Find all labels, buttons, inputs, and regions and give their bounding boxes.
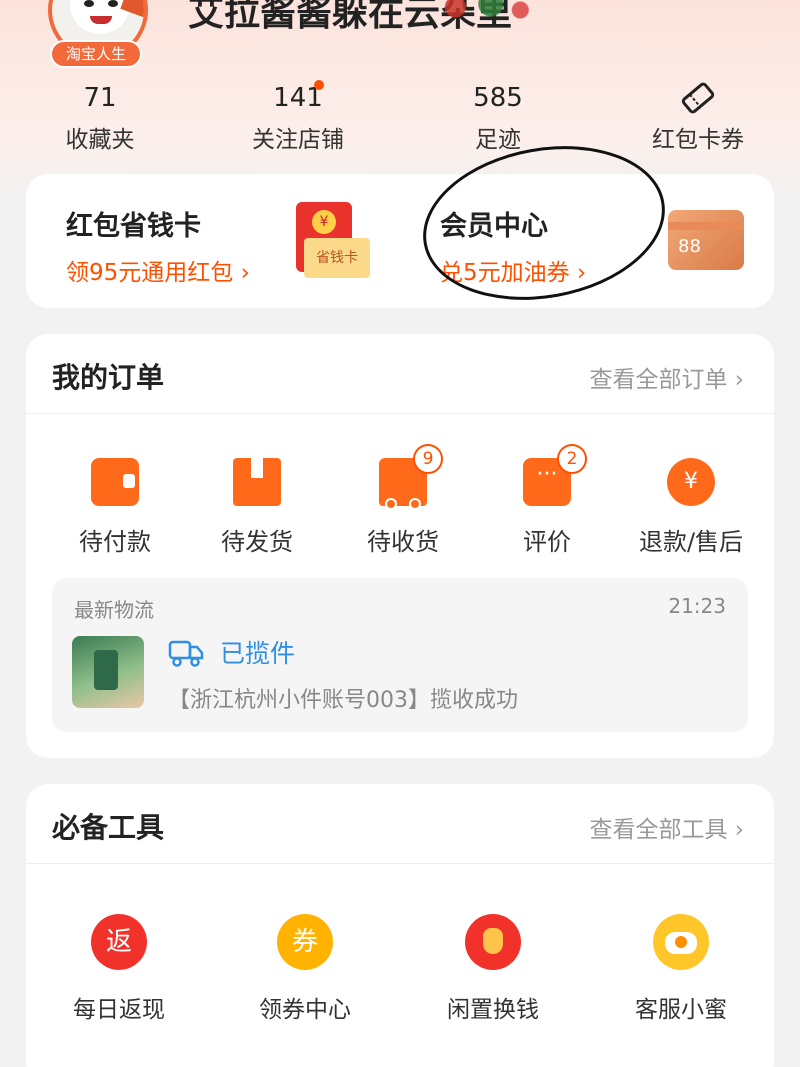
avatar-eye-left (84, 0, 94, 7)
promo-title: 红包省钱卡 (66, 211, 201, 242)
order-status-label: 待收货 (367, 528, 439, 556)
stat-label: 收藏夹 (65, 127, 135, 153)
box-icon (233, 458, 281, 506)
orders-header: 我的订单 查看全部订单 › (26, 334, 774, 414)
tool-label: 领券中心 (259, 997, 351, 1023)
ticket-icon (628, 80, 768, 116)
orders-title: 我的订单 (52, 361, 165, 394)
view-all-orders-link[interactable]: 查看全部订单 › (589, 360, 744, 394)
product-thumbnail (72, 636, 144, 708)
order-status-label: 待付款 (79, 528, 151, 556)
member-card-icon: 88 (668, 210, 744, 270)
product-thumbnail-item (94, 650, 118, 690)
stat-value: 141 (273, 83, 323, 113)
truck-icon: 9 (379, 444, 443, 510)
username-sticker (420, 0, 538, 22)
count-badge: 2 (557, 444, 587, 474)
stat-footprints[interactable]: 585 足迹 (428, 80, 568, 154)
delivery-truck-icon (168, 640, 204, 667)
view-all-tools-link[interactable]: 查看全部工具 › (589, 810, 744, 844)
order-status-label: 待发货 (221, 528, 293, 556)
order-pending-shipment[interactable]: 待发货 (192, 458, 322, 557)
notification-dot (314, 80, 324, 90)
order-pending-payment[interactable]: 待付款 (50, 458, 180, 557)
avatar-eye-right (108, 0, 118, 7)
savings-card-icon: 省钱卡 (304, 238, 370, 278)
promo-card: 红包省钱卡 领95元通用红包 › ¥ 省钱卡 会员中心 兑5元加油券 › 88 (26, 127, 774, 319)
stat-value: 71 (83, 83, 117, 113)
coupon-icon: 券 (277, 914, 333, 970)
refund-icon: ¥ (667, 458, 715, 506)
orders-card: 我的订单 查看全部订单 › 待付款 待发货 9 待收货 2 评价 ¥ 退款/售后 (26, 334, 774, 758)
card-stripe (668, 222, 744, 230)
logistics-detail: 【浙江杭州小件账号003】揽收成功 (168, 688, 518, 713)
tool-label: 客服小蜜 (635, 997, 727, 1023)
coin-glyph: ¥ (312, 210, 336, 234)
stat-followed-shops[interactable]: 141 关注店铺 (228, 80, 368, 154)
tool-daily-cashback[interactable]: 返 每日返现 (44, 914, 194, 1024)
order-review[interactable]: 2 评价 (482, 444, 612, 557)
stat-coupons[interactable]: 红包卡券 (628, 80, 768, 154)
service-bee-icon (653, 914, 709, 970)
stat-label: 红包卡券 (652, 127, 744, 153)
tools-card: 必备工具 查看全部工具 › 返 每日返现 券 领券中心 闲置换钱 客服小蜜 (26, 784, 774, 1067)
logistics-title: 最新物流 (74, 598, 154, 622)
tool-customer-service[interactable]: 客服小蜜 (606, 914, 756, 1024)
order-status-label: 退款/售后 (638, 528, 744, 556)
stats-bar: 71 收藏夹 141 关注店铺 585 足迹 红包卡券 (0, 80, 800, 160)
logistics-time: 21:23 (668, 594, 726, 618)
wallet-icon (91, 458, 139, 506)
cashback-icon: 返 (91, 914, 147, 970)
tools-header: 必备工具 查看全部工具 › (26, 784, 774, 864)
money-bag-icon (465, 914, 521, 970)
tools-title: 必备工具 (52, 811, 165, 844)
tool-label: 闲置换钱 (447, 997, 539, 1023)
stat-favorites[interactable]: 71 收藏夹 (30, 80, 170, 154)
latest-logistics[interactable]: 最新物流 21:23 已揽件 【浙江杭州小件账号003】揽收成功 (52, 578, 748, 732)
order-status-label: 评价 (523, 528, 571, 556)
order-pending-receipt[interactable]: 9 待收货 (338, 444, 468, 557)
count-badge: 9 (413, 444, 443, 474)
logistics-status: 已揽件 (220, 639, 296, 668)
tool-label: 每日返现 (73, 997, 165, 1023)
chat-icon: 2 (523, 444, 587, 506)
member-card-label: 88 (678, 236, 701, 257)
order-refund[interactable]: ¥ 退款/售后 (626, 458, 756, 557)
stat-label: 关注店铺 (252, 127, 344, 153)
stat-value: 585 (473, 83, 523, 113)
savings-card-entry[interactable]: 红包省钱卡 领95元通用红包 › (66, 204, 250, 287)
level-badge[interactable]: 淘宝人生 (50, 40, 142, 68)
tool-idle-exchange[interactable]: 闲置换钱 (418, 914, 568, 1024)
promo-subtitle: 领95元通用红包 › (66, 260, 250, 286)
tool-coupon-center[interactable]: 券 领券中心 (230, 914, 380, 1024)
order-status-row: 待付款 待发货 9 待收货 2 评价 ¥ 退款/售后 (26, 444, 774, 568)
